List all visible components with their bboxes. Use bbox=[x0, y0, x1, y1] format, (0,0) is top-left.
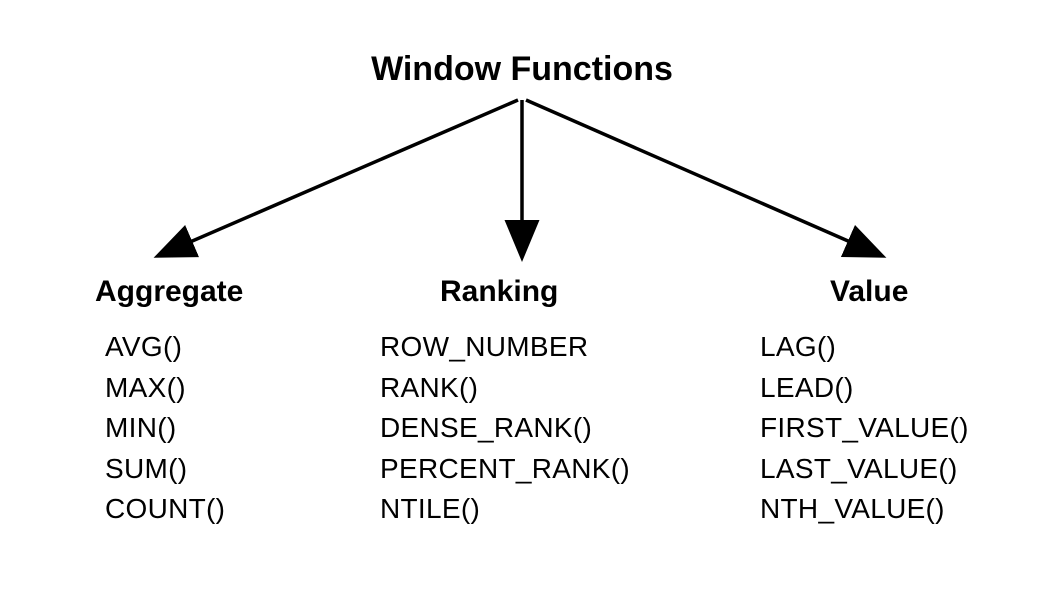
function-item: SUM() bbox=[105, 449, 243, 490]
category-title-ranking: Ranking bbox=[440, 275, 630, 309]
function-list-ranking: ROW_NUMBER RANK() DENSE_RANK() PERCENT_R… bbox=[380, 327, 630, 530]
function-list-aggregate: AVG() MAX() MIN() SUM() COUNT() bbox=[105, 327, 243, 530]
category-title-value: Value bbox=[830, 275, 969, 309]
function-item: LEAD() bbox=[760, 368, 969, 409]
function-item: RANK() bbox=[380, 368, 630, 409]
function-item: MIN() bbox=[105, 408, 243, 449]
function-item: COUNT() bbox=[105, 489, 243, 530]
function-item: FIRST_VALUE() bbox=[760, 408, 969, 449]
category-title-aggregate: Aggregate bbox=[95, 275, 243, 309]
category-value: Value LAG() LEAD() FIRST_VALUE() LAST_VA… bbox=[760, 275, 969, 530]
function-item: NTH_VALUE() bbox=[760, 489, 969, 530]
function-item: MAX() bbox=[105, 368, 243, 409]
diagram-arrows bbox=[0, 95, 1044, 265]
function-item: AVG() bbox=[105, 327, 243, 368]
category-aggregate: Aggregate AVG() MAX() MIN() SUM() COUNT(… bbox=[95, 275, 243, 530]
function-item: DENSE_RANK() bbox=[380, 408, 630, 449]
function-list-value: LAG() LEAD() FIRST_VALUE() LAST_VALUE() … bbox=[760, 327, 969, 530]
function-item: ROW_NUMBER bbox=[380, 327, 630, 368]
function-item: PERCENT_RANK() bbox=[380, 449, 630, 490]
function-item: NTILE() bbox=[380, 489, 630, 530]
diagram-title: Window Functions bbox=[371, 50, 673, 89]
category-ranking: Ranking ROW_NUMBER RANK() DENSE_RANK() P… bbox=[380, 275, 630, 530]
function-item: LAG() bbox=[760, 327, 969, 368]
function-item: LAST_VALUE() bbox=[760, 449, 969, 490]
